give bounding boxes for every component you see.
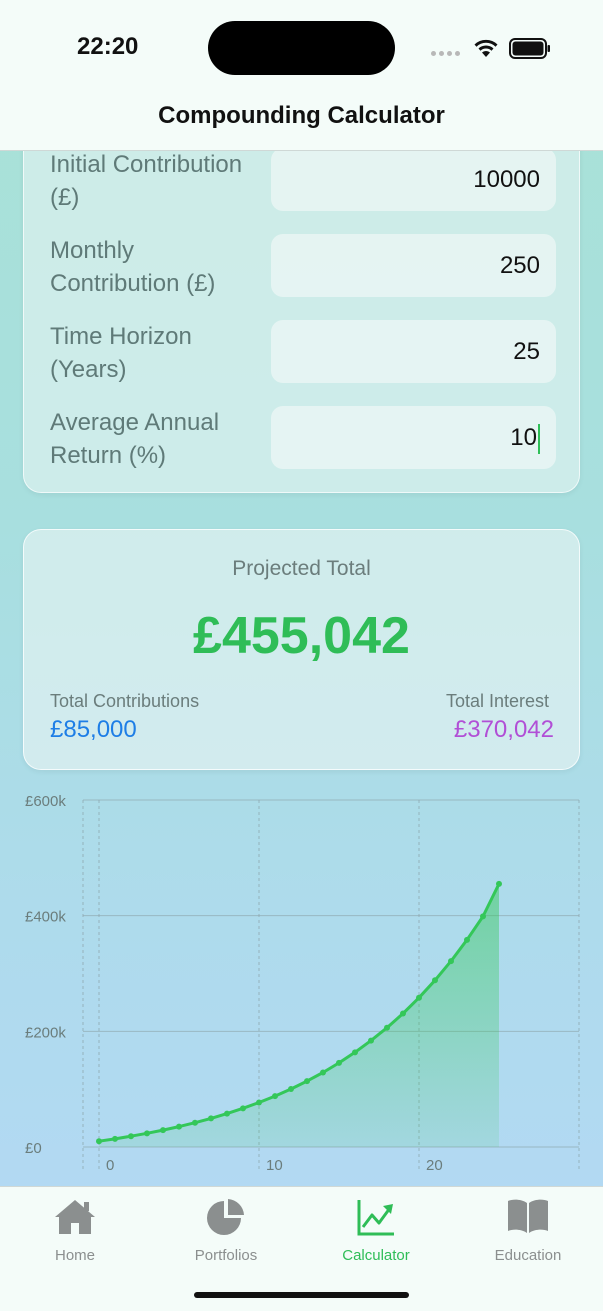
dynamic-island bbox=[208, 21, 395, 75]
initial-contribution-row: Initial Contribution (£) 10000 bbox=[24, 148, 579, 214]
data-point bbox=[352, 1049, 358, 1056]
data-point bbox=[96, 1138, 102, 1145]
data-point bbox=[160, 1127, 166, 1134]
monthly-contribution-row: Monthly Contribution (£) 250 bbox=[24, 234, 579, 300]
tab-education[interactable]: Education bbox=[458, 1197, 598, 1264]
text-cursor bbox=[538, 423, 540, 454]
growth-chart: £0 £200k £400k £600k 0 10 20 bbox=[25, 793, 580, 1174]
tab-home[interactable]: Home bbox=[5, 1197, 145, 1264]
data-point bbox=[496, 880, 502, 887]
total-contributions-value: £85,000 bbox=[50, 716, 137, 743]
tab-calculator-label: Calculator bbox=[342, 1247, 410, 1264]
x-tick-label: 0 bbox=[106, 1157, 114, 1174]
data-point bbox=[288, 1085, 294, 1092]
page-title: Compounding Calculator bbox=[158, 102, 445, 129]
tab-calculator[interactable]: Calculator bbox=[306, 1197, 446, 1264]
projected-total-value: £455,042 bbox=[193, 607, 410, 665]
annual-return-value: 10 bbox=[510, 424, 537, 451]
data-point bbox=[256, 1099, 262, 1106]
data-point bbox=[416, 994, 422, 1001]
annual-return-row: Average Annual Return (%) 10 bbox=[24, 406, 579, 472]
data-point bbox=[128, 1133, 134, 1140]
time-horizon-field[interactable]: 25 bbox=[271, 320, 556, 383]
area-fill bbox=[99, 883, 499, 1147]
house-icon bbox=[55, 1200, 95, 1234]
y-tick-label: £200k bbox=[25, 1024, 66, 1041]
data-point bbox=[176, 1123, 182, 1130]
cellular-signal-icon bbox=[431, 51, 460, 56]
navigation-header: 22:20 Compounding Calculator bbox=[0, 0, 603, 151]
annual-return-label: Average Annual Return (%) bbox=[50, 409, 220, 469]
data-point bbox=[464, 936, 470, 943]
total-contributions-label: Total Contributions bbox=[50, 691, 200, 711]
total-interest-label: Total Interest bbox=[445, 691, 549, 711]
initial-contribution-label: Initial Contribution (£) bbox=[50, 151, 243, 211]
data-point bbox=[384, 1024, 390, 1031]
initial-contribution-field[interactable]: 10000 bbox=[271, 148, 556, 211]
status-time: 22:20 bbox=[77, 33, 139, 60]
x-tick-label: 20 bbox=[426, 1157, 443, 1174]
data-point bbox=[224, 1110, 230, 1117]
y-tick-label: £600k bbox=[25, 793, 66, 810]
total-interest-value: £370,042 bbox=[453, 716, 554, 743]
wifi-icon bbox=[474, 39, 498, 57]
battery-icon bbox=[509, 38, 550, 59]
home-indicator bbox=[194, 1292, 409, 1298]
data-point bbox=[144, 1130, 150, 1137]
data-point bbox=[272, 1093, 278, 1100]
data-point bbox=[448, 958, 454, 965]
book-icon bbox=[508, 1199, 548, 1233]
data-point bbox=[192, 1119, 198, 1126]
data-point bbox=[240, 1105, 246, 1112]
x-tick-label: 10 bbox=[266, 1157, 283, 1174]
data-point bbox=[208, 1115, 214, 1122]
tab-home-label: Home bbox=[54, 1247, 95, 1264]
y-tick-label: £0 bbox=[25, 1140, 42, 1157]
projected-total-label: Projected Total bbox=[232, 557, 371, 580]
pie-chart-icon bbox=[207, 1199, 244, 1235]
data-point bbox=[320, 1069, 326, 1076]
time-horizon-label: Time Horizon (Years) bbox=[50, 323, 192, 383]
tab-education-label: Education bbox=[494, 1247, 562, 1264]
data-point bbox=[480, 913, 486, 920]
data-point bbox=[368, 1037, 374, 1044]
chart-trend-icon bbox=[357, 1200, 394, 1236]
inputs-card: Initial Contribution (£) 10000 Monthly C… bbox=[23, 110, 580, 493]
data-point bbox=[112, 1135, 118, 1142]
data-point bbox=[336, 1059, 342, 1066]
summary-card: Projected Total £455,042 Total Contribut… bbox=[23, 529, 580, 770]
monthly-contribution-field[interactable]: 250 bbox=[271, 234, 556, 297]
data-point bbox=[400, 1010, 406, 1017]
tab-portfolios[interactable]: Portfolios bbox=[156, 1197, 296, 1264]
monthly-contribution-label: Monthly Contribution (£) bbox=[50, 237, 216, 297]
data-point bbox=[304, 1078, 310, 1085]
y-tick-label: £400k bbox=[25, 909, 66, 926]
data-point bbox=[432, 977, 438, 984]
time-horizon-row: Time Horizon (Years) 25 bbox=[24, 320, 579, 386]
tab-portfolios-label: Portfolios bbox=[194, 1247, 258, 1264]
annual-return-field[interactable]: 10 bbox=[271, 406, 556, 469]
